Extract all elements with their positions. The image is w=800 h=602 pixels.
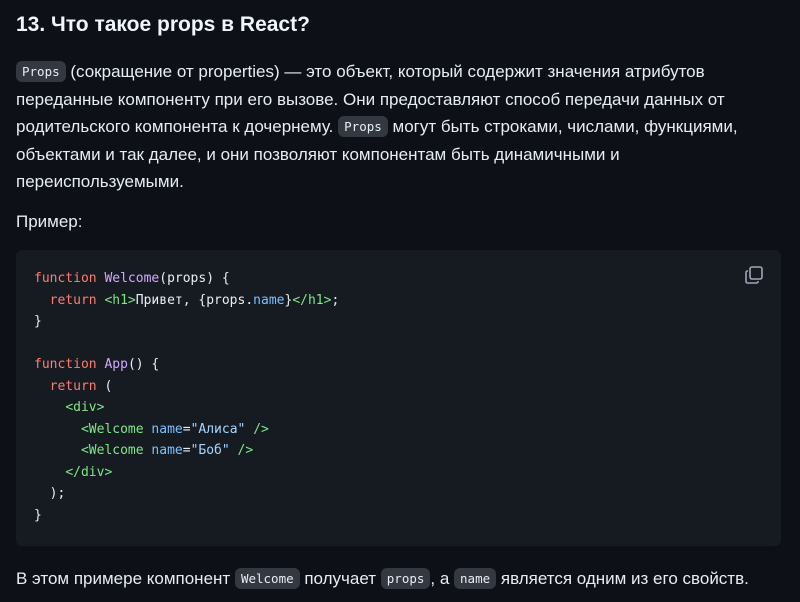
footer-text: является одним из его свойств. bbox=[496, 569, 749, 588]
code-tag: </h1> bbox=[292, 292, 332, 308]
code-text: Привет, {props. bbox=[135, 292, 254, 308]
code-function-name: App bbox=[104, 357, 128, 372]
code-attr: name bbox=[253, 292, 285, 308]
code-text: ); bbox=[49, 486, 66, 501]
code-text: = bbox=[182, 421, 191, 437]
example-label: Пример: bbox=[16, 212, 83, 231]
footer-text: В этом примере компонент bbox=[16, 569, 235, 588]
code-keyword: function bbox=[34, 271, 97, 286]
copy-icon[interactable] bbox=[743, 264, 765, 286]
code-tag: <h1> bbox=[104, 292, 136, 308]
code-text: } bbox=[34, 314, 42, 329]
code-tag: <div> bbox=[65, 400, 105, 415]
code-block: function Welcome(props) { return <h1>При… bbox=[16, 250, 781, 546]
code-keyword: return bbox=[49, 292, 97, 308]
code-tag: </div> bbox=[65, 464, 113, 480]
inline-code-props: Props bbox=[16, 61, 66, 82]
code-text: ( bbox=[96, 378, 113, 394]
code-text: ; bbox=[331, 292, 340, 308]
intro-paragraph: Props (сокращение от properties) — это о… bbox=[16, 58, 786, 195]
inline-code-name: name bbox=[454, 568, 497, 589]
page-title: 13. Что такое props в React? bbox=[16, 13, 310, 36]
code-function-name: Welcome bbox=[104, 271, 160, 286]
code-keyword: function bbox=[34, 357, 97, 372]
inline-code-welcome: Welcome bbox=[234, 568, 300, 589]
footer-paragraph: В этом примере компонент Welcome получае… bbox=[16, 565, 749, 593]
code-tag: <Welcome bbox=[80, 443, 144, 458]
code-text: (props) { bbox=[159, 271, 230, 286]
code-tag: /> bbox=[237, 443, 254, 458]
footer-text: получает bbox=[299, 569, 381, 588]
code-tag: <Welcome bbox=[80, 421, 144, 437]
inline-code-props: props bbox=[380, 568, 431, 589]
code-text: () { bbox=[127, 357, 160, 372]
footer-text: , а bbox=[430, 569, 455, 588]
code-string: "Алиса" bbox=[190, 421, 246, 437]
code-text: } bbox=[34, 507, 42, 523]
code-content: function Welcome(props) { return <h1>При… bbox=[34, 268, 339, 526]
code-tag: /> bbox=[253, 421, 269, 437]
code-attr: name bbox=[151, 443, 183, 458]
code-string: "Боб" bbox=[190, 443, 230, 458]
code-attr: name bbox=[151, 421, 183, 437]
code-text: = bbox=[182, 443, 191, 458]
code-keyword: return bbox=[49, 378, 97, 394]
inline-code-props: Props bbox=[338, 116, 388, 137]
